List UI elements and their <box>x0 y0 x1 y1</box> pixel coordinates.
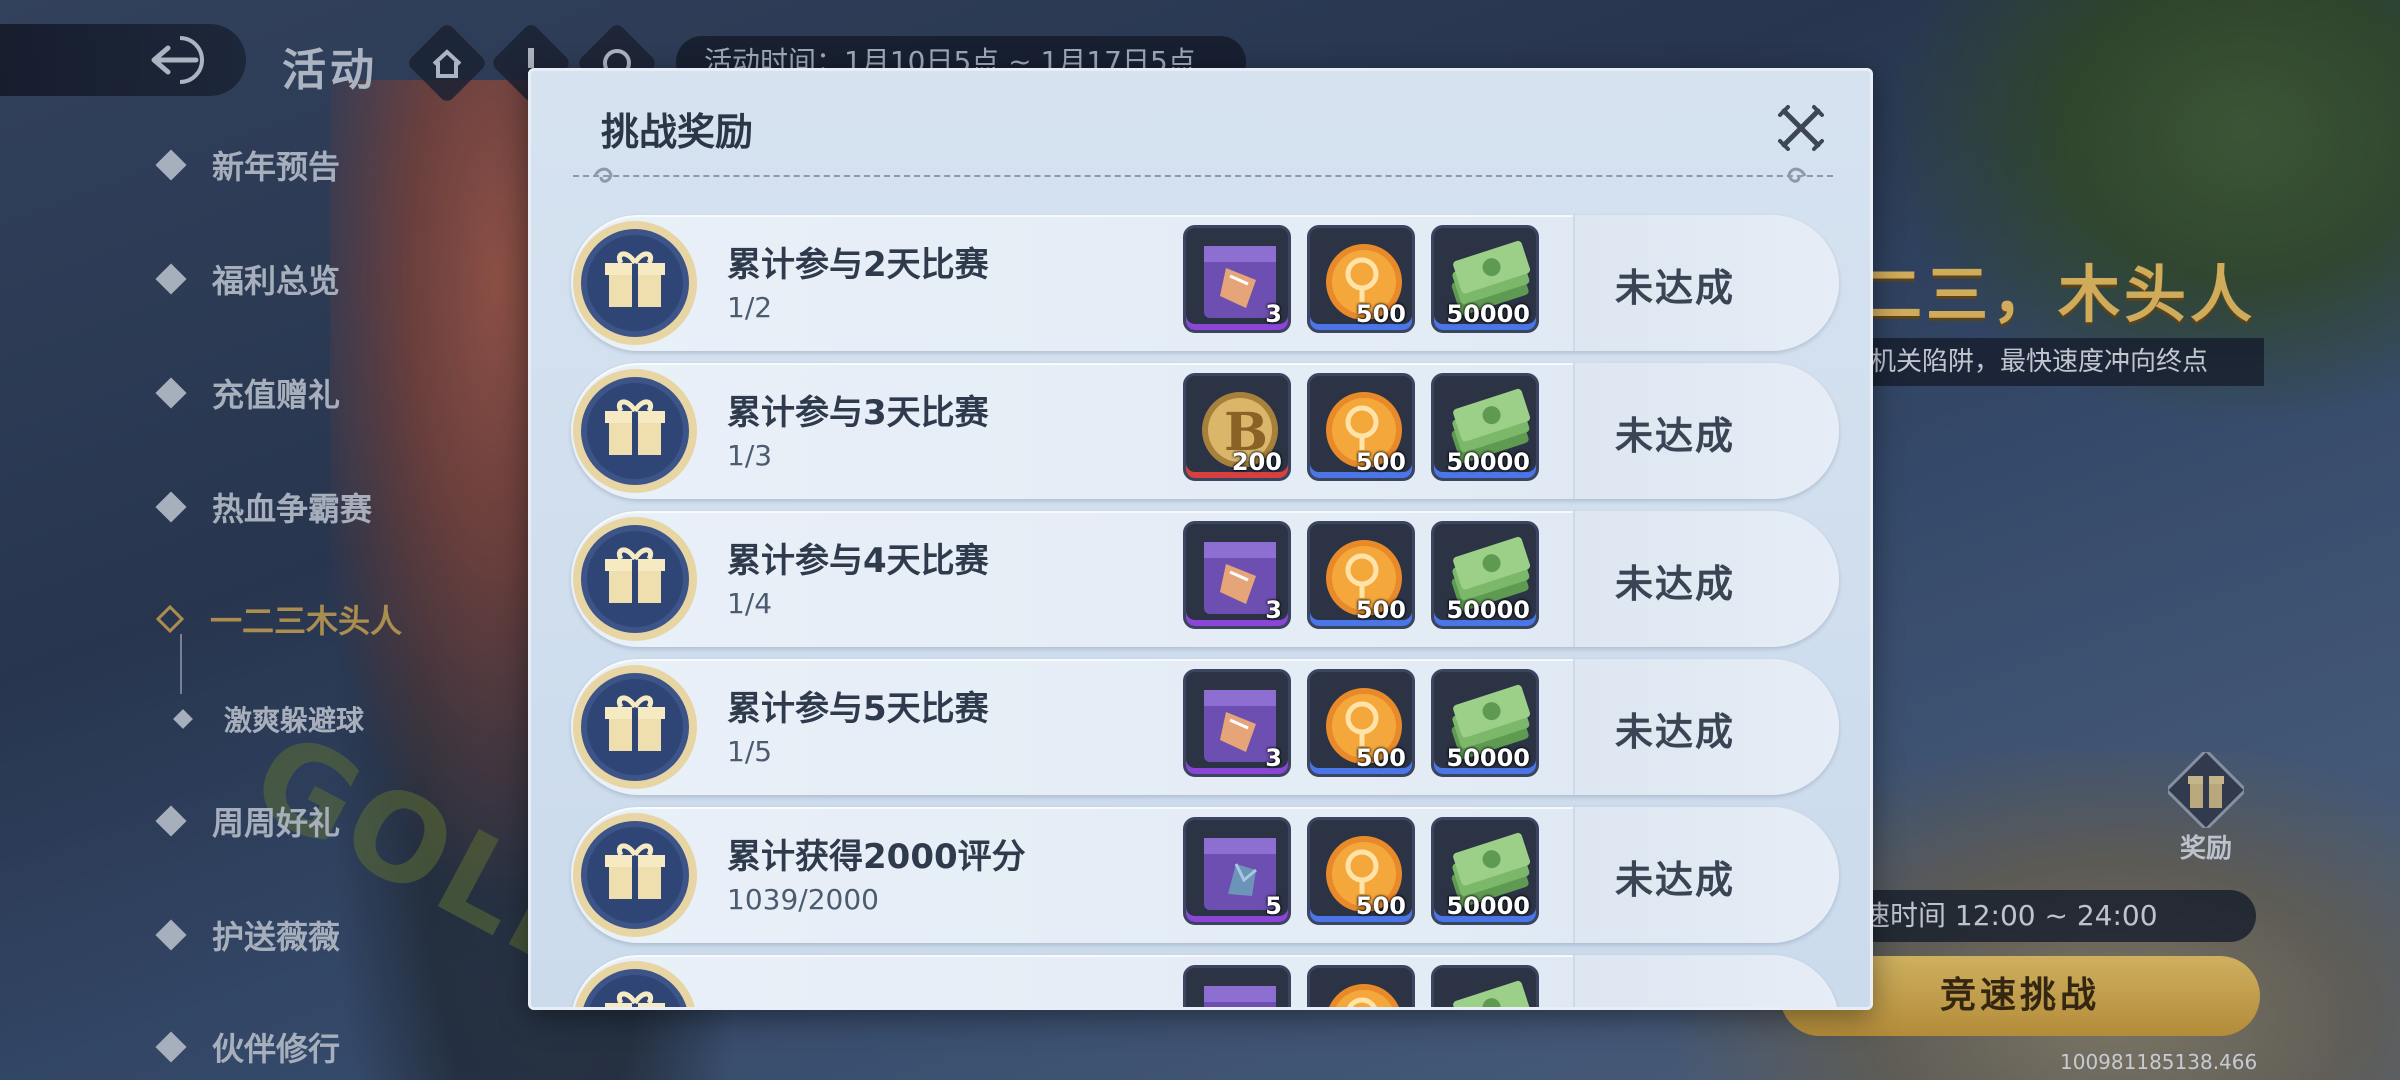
close-icon[interactable] <box>1776 103 1826 153</box>
reward-count: 50000 <box>1446 596 1531 624</box>
gift-icon <box>573 813 697 937</box>
task-progress: 1039/2000 <box>727 883 879 916</box>
gift-icon <box>573 665 697 789</box>
reward-item[interactable] <box>1307 965 1415 1007</box>
reward-count: 200 <box>1231 448 1282 476</box>
gift-icon <box>575 961 695 1007</box>
reward-count: 3 <box>1265 300 1282 328</box>
challenge-rewards-dialog: 挑战奖励 累计参与2天比赛 1/2 3 500 50000 未达成 累计参与3天… <box>528 68 1873 1010</box>
task-title: 累计参与2天比赛 <box>727 245 989 285</box>
reward-items: 3 500 50000 <box>1183 669 1539 777</box>
reward-items: 3 500 50000 <box>1183 225 1539 333</box>
task-title: 累计参与3天比赛 <box>727 393 989 433</box>
reward-count: 50000 <box>1446 300 1531 328</box>
reward-item[interactable]: 50000 <box>1431 817 1539 925</box>
reward-count: 3 <box>1265 596 1282 624</box>
reward-count: 5 <box>1265 892 1282 920</box>
status-panel <box>1573 955 1839 1007</box>
reward-item[interactable]: B 200 <box>1183 373 1291 481</box>
reward-count: 3 <box>1265 744 1282 772</box>
reward-count: 500 <box>1355 744 1406 772</box>
reward-item[interactable]: 50000 <box>1431 669 1539 777</box>
reward-count: 500 <box>1355 300 1406 328</box>
reward-item[interactable]: 3 <box>1183 669 1291 777</box>
reward-item[interactable] <box>1183 965 1291 1007</box>
title-divider <box>573 175 1833 177</box>
reward-list[interactable]: 累计参与2天比赛 1/2 3 500 50000 未达成 累计参与3天比赛 1/… <box>571 215 1841 1007</box>
status-label: 未达成 <box>1615 414 1736 458</box>
gift-icon <box>573 369 697 493</box>
status-label: 未达成 <box>1615 858 1736 902</box>
reward-row <box>571 955 1839 1007</box>
task-title: 累计参与5天比赛 <box>727 689 989 729</box>
gold-coin-icon <box>1329 984 1399 1007</box>
divider-ornament-icon <box>1787 167 1807 183</box>
purple-box-icon <box>1204 986 1276 1007</box>
gift-icon <box>573 221 697 345</box>
task-progress: 1/3 <box>727 439 773 472</box>
reward-item[interactable]: 3 <box>1183 225 1291 333</box>
task-progress: 1/5 <box>727 735 773 768</box>
task-progress: 1/4 <box>727 587 773 620</box>
task-title: 累计参与4天比赛 <box>727 541 989 581</box>
reward-item[interactable]: 50000 <box>1431 521 1539 629</box>
task-title: 累计获得2000评分 <box>727 837 1026 877</box>
reward-row: 累计参与3天比赛 1/3 B 200 500 50000 未达成 <box>571 363 1839 499</box>
reward-count: 50000 <box>1446 892 1531 920</box>
reward-item[interactable] <box>1431 965 1539 1007</box>
dialog-title: 挑战奖励 <box>601 110 754 154</box>
reward-items: 5 500 50000 <box>1183 817 1539 925</box>
status-label: 未达成 <box>1615 562 1736 606</box>
cash-stack-icon <box>1451 980 1531 1007</box>
reward-count: 500 <box>1355 892 1406 920</box>
reward-count: 50000 <box>1446 744 1531 772</box>
reward-item[interactable]: 500 <box>1307 521 1415 629</box>
reward-item[interactable]: 5 <box>1183 817 1291 925</box>
reward-row: 累计参与5天比赛 1/5 3 500 50000 未达成 <box>571 659 1839 795</box>
reward-items: B 200 500 50000 <box>1183 373 1539 481</box>
reward-item[interactable]: 500 <box>1307 669 1415 777</box>
reward-count: 500 <box>1355 448 1406 476</box>
reward-item[interactable]: 50000 <box>1431 225 1539 333</box>
reward-items: 3 500 50000 <box>1183 521 1539 629</box>
status-label: 未达成 <box>1615 710 1736 754</box>
reward-item[interactable]: 500 <box>1307 817 1415 925</box>
task-progress: 1/2 <box>727 291 773 324</box>
status-label: 未达成 <box>1615 266 1736 310</box>
reward-item[interactable]: 500 <box>1307 373 1415 481</box>
reward-item[interactable]: 50000 <box>1431 373 1539 481</box>
reward-item[interactable]: 3 <box>1183 521 1291 629</box>
reward-row: 累计参与4天比赛 1/4 3 500 50000 未达成 <box>571 511 1839 647</box>
reward-item[interactable]: 500 <box>1307 225 1415 333</box>
reward-count: 500 <box>1355 596 1406 624</box>
reward-items <box>1183 965 1539 1007</box>
divider-ornament-icon <box>593 167 613 183</box>
reward-count: 50000 <box>1446 448 1531 476</box>
reward-row: 累计获得2000评分 1039/2000 5 500 50000 未达成 <box>571 807 1839 943</box>
gift-icon <box>573 517 697 641</box>
reward-row: 累计参与2天比赛 1/2 3 500 50000 未达成 <box>571 215 1839 351</box>
